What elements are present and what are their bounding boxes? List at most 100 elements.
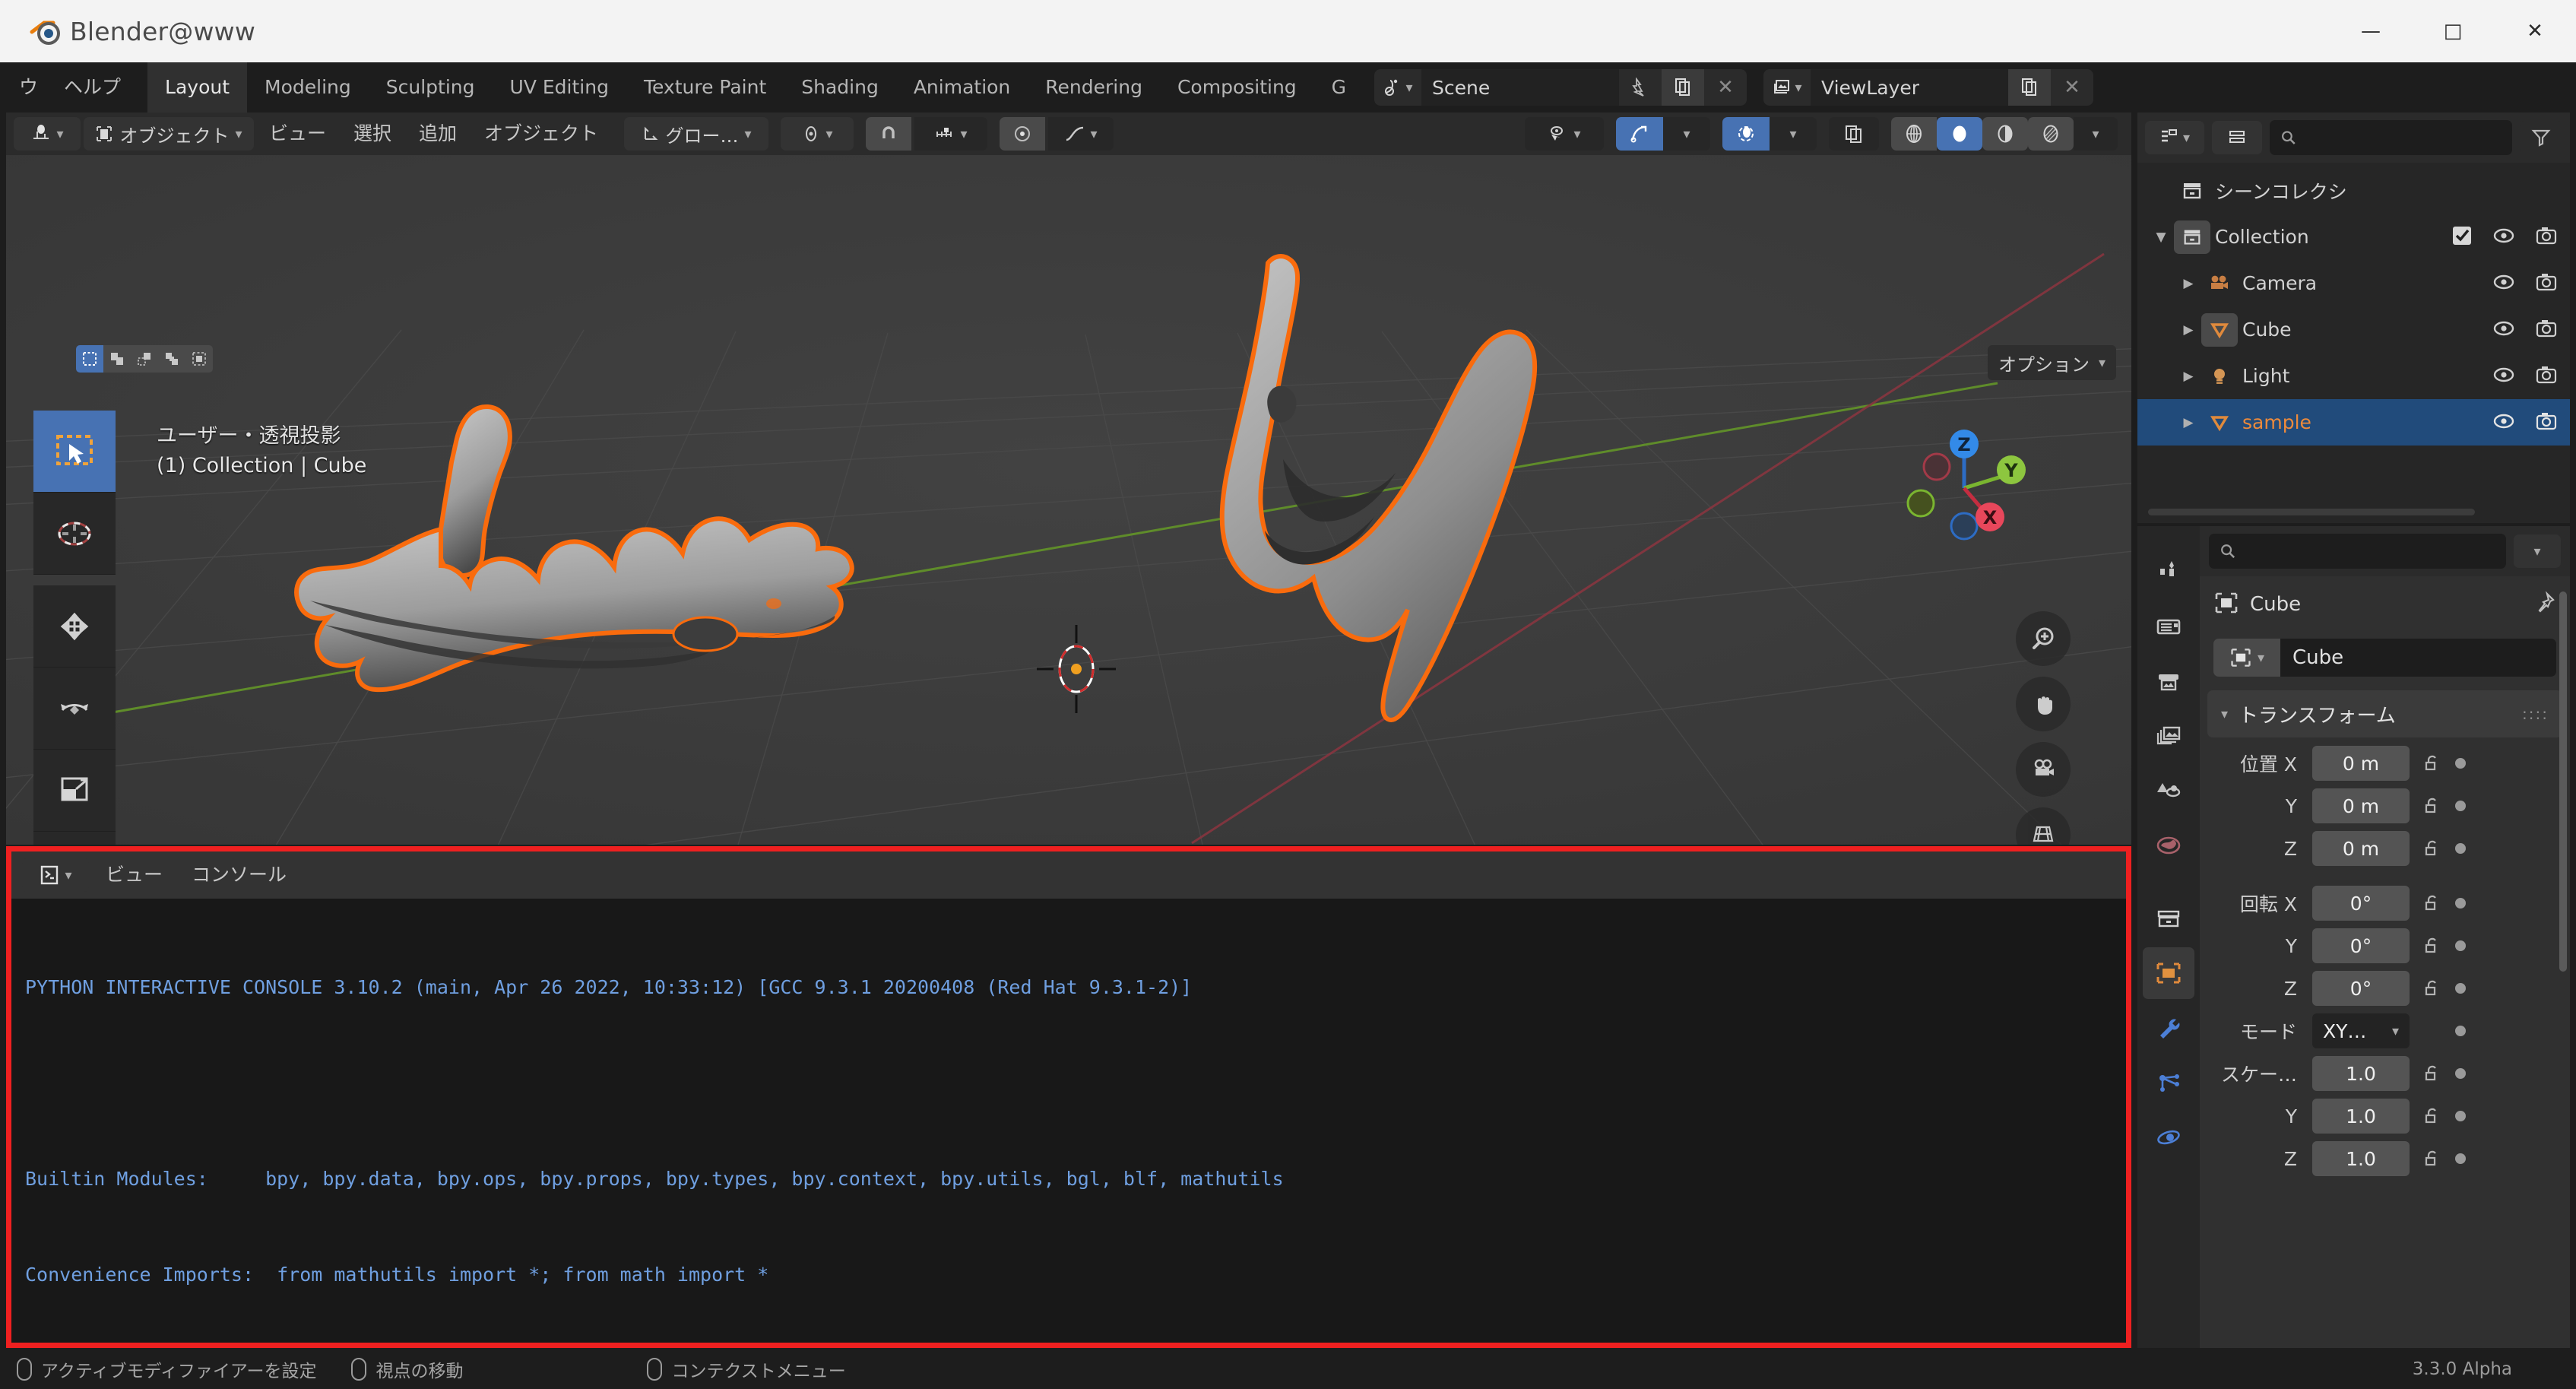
tab-texture-paint[interactable]: Texture Paint: [626, 62, 784, 113]
tab-layout[interactable]: Layout: [147, 62, 248, 113]
viewport-menu-object[interactable]: オブジェクト: [472, 117, 610, 151]
tool-cursor-icon[interactable]: [33, 493, 116, 575]
viewlayer-name-field[interactable]: ViewLayer: [1811, 69, 2009, 106]
location-x-value[interactable]: 0 m: [2312, 746, 2410, 781]
menu-help[interactable]: ヘルプ: [51, 70, 134, 105]
scale-x-value[interactable]: 1.0: [2312, 1056, 2410, 1091]
expand-triangle-icon[interactable]: ▶: [2175, 369, 2201, 384]
expand-triangle-icon[interactable]: ▶: [2175, 276, 2201, 291]
animate-dot-icon[interactable]: [2455, 983, 2466, 994]
animate-dot-icon[interactable]: [2455, 1153, 2466, 1164]
tool-move-icon[interactable]: [33, 585, 116, 668]
properties-scrollbar[interactable]: [2559, 591, 2567, 972]
rotation-mode-dropdown[interactable]: XY… ▾: [2312, 1013, 2410, 1048]
menu-window[interactable]: ウ: [6, 70, 51, 105]
properties-tab-tool[interactable]: [2143, 546, 2194, 598]
animate-dot-icon[interactable]: [2455, 1026, 2466, 1036]
properties-search-input[interactable]: [2209, 534, 2506, 569]
properties-tab-particles[interactable]: [2143, 1057, 2194, 1108]
camera-render-icon[interactable]: [2535, 365, 2558, 388]
snap-target-dropdown[interactable]: ▾: [914, 117, 988, 151]
properties-tab-viewlayer[interactable]: [2143, 710, 2194, 762]
shading-rendered-icon[interactable]: [2028, 117, 2074, 151]
object-visibility-dropdown[interactable]: ▾: [1525, 117, 1604, 151]
outliner-row-scene-collection[interactable]: シーンコレクシ: [2137, 167, 2570, 214]
scale-z-value[interactable]: 1.0: [2312, 1141, 2410, 1176]
unlocked-padlock-icon[interactable]: [2417, 978, 2448, 998]
minimize-button[interactable]: —: [2330, 0, 2412, 62]
eye-visibility-icon[interactable]: [2492, 319, 2515, 341]
location-z-value[interactable]: 0 m: [2312, 831, 2410, 866]
viewport-3d[interactable]: ▾ オブジェクト ▾ ビュー 選択 追加 オブジェクト グロー… ▾ ▾ ▾ ▾…: [6, 113, 2131, 845]
unlocked-padlock-icon[interactable]: [2417, 839, 2448, 858]
viewport-menu-select[interactable]: 選択: [341, 117, 404, 151]
expand-triangle-icon[interactable]: ▶: [2175, 322, 2201, 338]
console-output[interactable]: PYTHON INTERACTIVE CONSOLE 3.10.2 (main,…: [11, 899, 2126, 1381]
shading-options-dropdown[interactable]: ▾: [2074, 117, 2118, 151]
overlays-toggle-icon[interactable]: [1722, 117, 1770, 151]
transform-panel-header[interactable]: ▾ トランスフォーム ::::: [2207, 690, 2562, 737]
falloff-curve-dropdown[interactable]: ▾: [1048, 117, 1114, 151]
tab-animation[interactable]: Animation: [896, 62, 1028, 113]
unlocked-padl[interactable]: [2417, 1064, 2448, 1083]
properties-search-field[interactable]: [2243, 541, 2495, 562]
overlays-options-dropdown[interactable]: ▾: [1770, 117, 1817, 151]
delete-scene-icon[interactable]: ✕: [1704, 69, 1747, 106]
duplicate-scene-icon[interactable]: [1662, 69, 1705, 106]
select-mode-box-icon[interactable]: [103, 345, 131, 373]
animate-dot-icon[interactable]: [2455, 1111, 2466, 1121]
properties-tab-collection[interactable]: [2143, 893, 2194, 944]
outliner-horizontal-scrollbar[interactable]: [2148, 509, 2475, 515]
properties-tab-modifiers[interactable]: [2143, 1002, 2194, 1054]
viewport-canvas[interactable]: ユーザー・透視投影 (1) Collection | Cube オプション ▾ …: [6, 155, 2131, 845]
viewlayer-icon[interactable]: ▾: [1763, 69, 1811, 106]
camera-render-icon[interactable]: [2535, 226, 2558, 249]
eye-visibility-icon[interactable]: [2492, 366, 2515, 387]
animate-dot-icon[interactable]: [2455, 801, 2466, 811]
shading-wireframe-icon[interactable]: [1891, 117, 1937, 151]
tab-compositing[interactable]: Compositing: [1160, 62, 1314, 113]
outliner-editor[interactable]: ▾ シーンコレクシ ▼ Collection ▶ Camera ▶ Cube ▶…: [2137, 113, 2570, 523]
xray-toggle-icon[interactable]: [1829, 117, 1879, 151]
properties-tab-output[interactable]: [2143, 655, 2194, 707]
editor-type-console-icon[interactable]: ▾: [22, 858, 89, 892]
unlocked-padlock-icon[interactable]: [2417, 1106, 2448, 1126]
properties-editor[interactable]: ▾ Cube ▾ Cube ▾ トランスフォーム:::: 位置 X 0 m Y…: [2137, 526, 2570, 1348]
animate-dot-icon[interactable]: [2455, 1068, 2466, 1079]
viewport-options-dropdown[interactable]: オプション ▾: [1987, 345, 2116, 380]
editor-type-3dview-icon[interactable]: ▾: [14, 117, 81, 151]
outliner-row-sample[interactable]: ▶ sample: [2137, 399, 2570, 446]
gizmo-toggle-icon[interactable]: [1616, 117, 1663, 151]
properties-tab-world[interactable]: [2143, 820, 2194, 871]
rotation-z-value[interactable]: 0°: [2312, 971, 2410, 1006]
viewport-menu-view[interactable]: ビュー: [257, 117, 338, 151]
tool-tweak-select-icon[interactable]: [33, 411, 116, 493]
unlocked-padlock-icon[interactable]: [2417, 753, 2448, 773]
properties-tab-scene[interactable]: [2143, 765, 2194, 817]
outliner-search-field[interactable]: [2304, 127, 2502, 148]
rotation-y-value[interactable]: 0°: [2312, 928, 2410, 963]
scene-name-field[interactable]: Scene: [1421, 69, 1620, 106]
properties-tab-physics[interactable]: [2143, 1112, 2194, 1163]
object-name-field[interactable]: Cube: [2280, 639, 2556, 677]
select-mode-subtract-icon[interactable]: [158, 345, 185, 373]
tool-rotate-icon[interactable]: [33, 668, 116, 750]
proportional-edit-icon[interactable]: [1000, 117, 1046, 151]
collection-checkbox[interactable]: [2451, 225, 2473, 249]
new-scene-icon[interactable]: [1619, 69, 1662, 106]
properties-tab-object[interactable]: [2143, 947, 2194, 999]
pin-icon[interactable]: [2532, 591, 2556, 618]
camera-render-icon[interactable]: [2535, 411, 2558, 434]
location-y-value[interactable]: 0 m: [2312, 788, 2410, 823]
close-button[interactable]: ✕: [2494, 0, 2576, 62]
pan-hand-icon[interactable]: [2016, 677, 2071, 731]
grip-dots-icon[interactable]: ::::: [2522, 706, 2549, 721]
eye-visibility-icon[interactable]: [2492, 227, 2515, 248]
shading-material-preview-icon[interactable]: [1982, 117, 2028, 151]
chevron-down-icon[interactable]: ▾: [2221, 706, 2228, 722]
unlocked-padlock-icon[interactable]: [2417, 1149, 2448, 1169]
duplicate-viewlayer-icon[interactable]: [2008, 69, 2052, 106]
camera-render-icon[interactable]: [2535, 319, 2558, 341]
delete-viewlayer-icon[interactable]: ✕: [2051, 69, 2094, 106]
tool-transform-icon[interactable]: [33, 832, 116, 845]
